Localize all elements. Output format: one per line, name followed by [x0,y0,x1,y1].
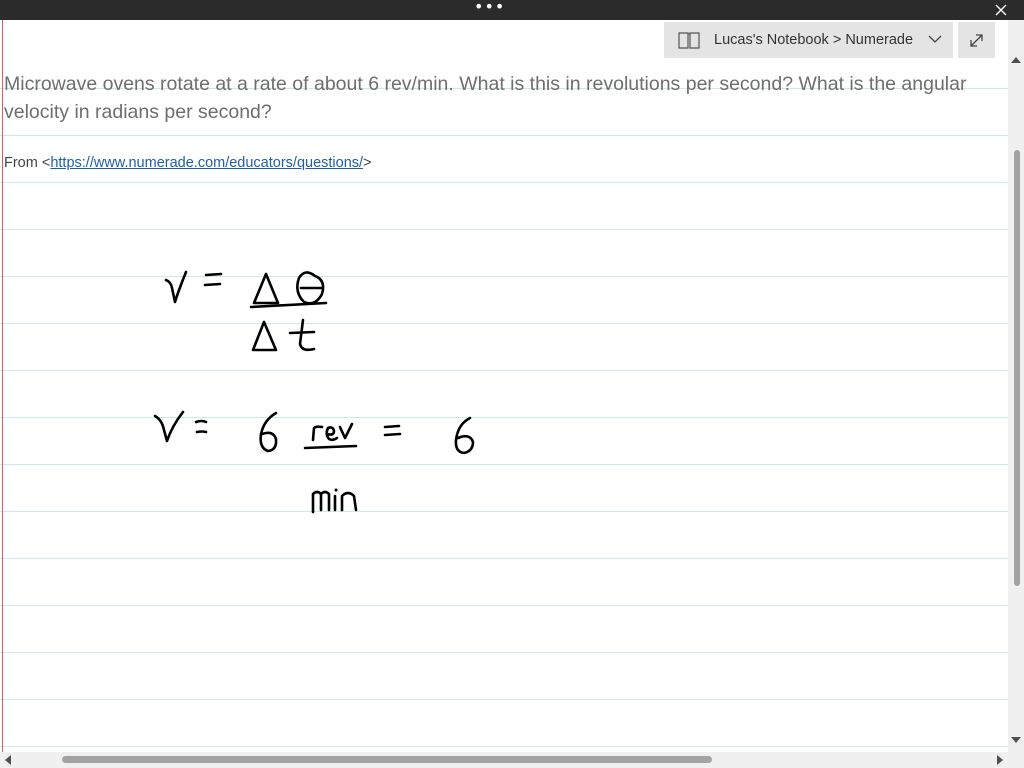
scrollbar-corner [1008,752,1024,768]
ink-dot [334,488,338,492]
scroll-down-icon[interactable] [1011,736,1021,744]
horizontal-scroll-thumb[interactable] [62,756,712,763]
close-icon[interactable] [992,1,1010,19]
scroll-left-icon[interactable] [4,755,12,765]
vertical-scroll-thumb[interactable] [1014,150,1020,586]
scroll-up-icon[interactable] [1011,56,1021,64]
ink-equation-given-rate [153,410,475,514]
more-options-button[interactable]: ••• [474,0,504,20]
note-page[interactable]: Lucas's Notebook > Numerade Microwave ov… [0,20,1008,752]
ink-equation-angular-velocity-definition [164,270,328,352]
scroll-right-icon[interactable] [996,755,1004,765]
title-bar: ••• [0,0,1024,20]
handwriting-ink [153,270,475,514]
